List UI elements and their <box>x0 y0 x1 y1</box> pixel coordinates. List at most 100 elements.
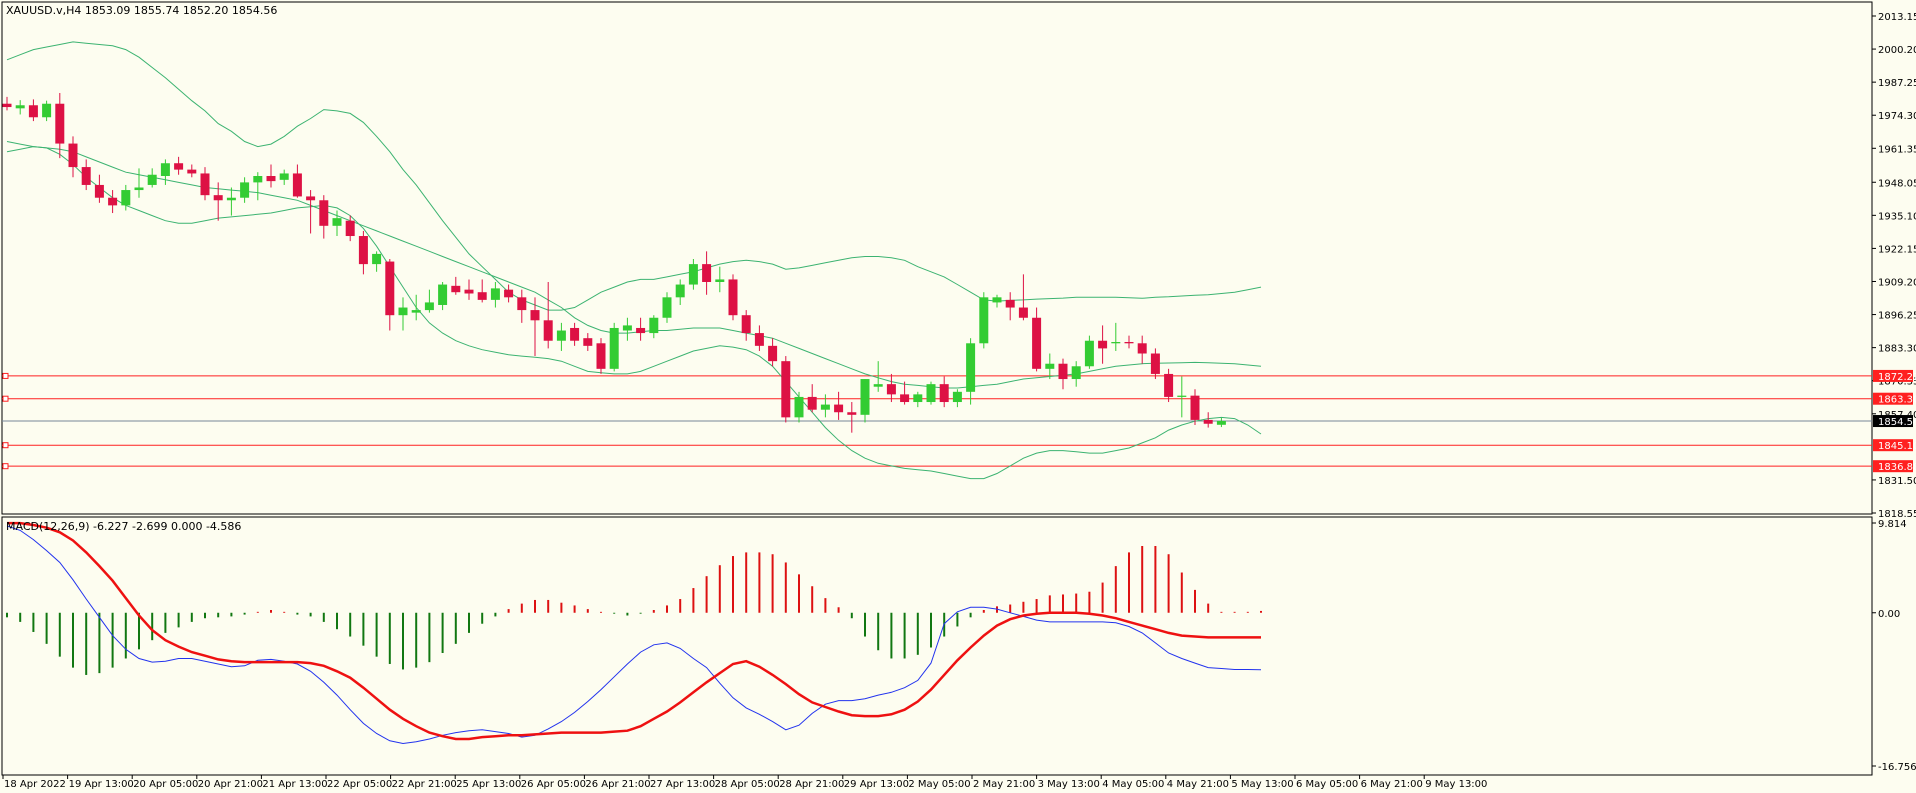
candle-body <box>820 404 830 410</box>
candle-body <box>530 310 540 321</box>
candle-body <box>662 297 672 318</box>
candle-body <box>992 297 1002 303</box>
time-tick-label: 4 May 05:00 <box>1102 779 1164 790</box>
candle-body <box>81 167 91 185</box>
time-tick-label: 28 Apr 05:00 <box>715 779 780 790</box>
time-tick-label: 2 May 21:00 <box>973 779 1035 790</box>
candle-body <box>1124 342 1134 344</box>
candle-body <box>715 279 725 282</box>
candle-body <box>240 182 250 198</box>
candle-body <box>952 391 962 403</box>
candle-body <box>200 173 210 196</box>
candle-body <box>28 105 38 118</box>
candle-body <box>226 197 236 201</box>
time-tick-label: 20 Apr 21:00 <box>198 779 263 790</box>
candle-body <box>570 327 580 341</box>
trading-chart[interactable]: 2013.15 2000.20 1987.25 1974.30 1961.35 1948.… <box>0 0 1916 793</box>
price-tick-label: 1831.50 <box>1878 476 1916 487</box>
candle-body <box>451 285 461 293</box>
candle-body <box>860 379 870 415</box>
candle-body <box>1164 373 1174 397</box>
candle-body <box>900 394 910 403</box>
time-tick-label: 22 Apr 21:00 <box>392 779 457 790</box>
candle-body <box>1150 353 1160 374</box>
candle-body <box>847 412 857 415</box>
price-tick-label: 1922.15 <box>1878 244 1916 255</box>
candle-body <box>913 394 923 403</box>
candle-body <box>398 307 408 316</box>
candle-body <box>583 338 593 346</box>
price-tick-label: 1883.30 <box>1878 344 1916 355</box>
time-tick-label: 26 Apr 05:00 <box>521 779 586 790</box>
price-tick-label: 2000.20 <box>1878 45 1916 56</box>
candle-body <box>160 163 170 177</box>
macd-tick-label: -16.756 <box>1878 762 1916 773</box>
candle <box>926 381 936 405</box>
candle-body <box>728 279 738 316</box>
candle-body <box>517 297 527 311</box>
time-tick-label: 25 Apr 13:00 <box>456 779 521 790</box>
price-level-label: 1872.22 <box>1878 372 1916 383</box>
candle-body <box>108 197 118 206</box>
candle-body <box>1190 395 1200 420</box>
candle-body <box>1071 366 1081 380</box>
time-tick-label: 29 Apr 13:00 <box>844 779 909 790</box>
candle-body <box>596 343 606 369</box>
price-tick-label: 1948.05 <box>1878 178 1916 189</box>
candle-body <box>134 187 144 191</box>
candle <box>781 356 791 423</box>
candle-body <box>1084 340 1094 367</box>
candle-body <box>1032 317 1042 369</box>
candle-body <box>306 196 316 201</box>
candle-body <box>794 396 804 418</box>
candle-body <box>781 361 791 418</box>
candle-body <box>702 264 712 282</box>
candle-body <box>1098 340 1108 349</box>
candle-body <box>1018 307 1028 318</box>
candle-body <box>121 190 131 206</box>
candle-body <box>504 289 514 298</box>
price-tick-label: 1974.30 <box>1878 111 1916 122</box>
symbol-info: XAUUSD.v,H4 1853.09 1855.74 1852.20 1854… <box>6 4 277 17</box>
candle-body <box>345 220 355 237</box>
candle-body <box>834 404 844 413</box>
current-price-label: 1854.56 <box>1878 417 1916 428</box>
candle <box>728 274 738 321</box>
candle-body <box>741 315 751 334</box>
candle-body <box>55 103 65 144</box>
candle-body <box>358 236 368 265</box>
time-tick-label: 27 Apr 13:00 <box>650 779 715 790</box>
price-tick-label: 2013.15 <box>1878 12 1916 23</box>
candle-body <box>556 330 566 341</box>
time-tick-label: 6 May 21:00 <box>1361 779 1423 790</box>
time-tick-label: 21 Apr 13:00 <box>262 779 327 790</box>
time-tick-label: 3 May 13:00 <box>1038 779 1100 790</box>
candle-body <box>1111 342 1121 344</box>
candle-body <box>1137 343 1147 354</box>
candle-body <box>649 317 659 334</box>
candle-body <box>622 325 632 331</box>
candle-body <box>174 163 184 170</box>
time-tick-label: 19 Apr 13:00 <box>69 779 134 790</box>
candle <box>609 322 619 372</box>
time-tick-label: 4 May 21:00 <box>1167 779 1229 790</box>
line-handle <box>2 395 9 402</box>
candle <box>979 292 989 349</box>
candle-body <box>688 264 698 285</box>
candle-body <box>1058 363 1068 380</box>
line-handle <box>2 372 9 379</box>
time-tick-label: 28 Apr 21:00 <box>779 779 844 790</box>
time-tick-label: 26 Apr 21:00 <box>585 779 650 790</box>
price-tick-label: 1987.25 <box>1878 78 1916 89</box>
candle-body <box>147 174 157 185</box>
candle-body <box>873 384 883 387</box>
line-handle <box>2 442 9 449</box>
candle-body <box>292 173 302 197</box>
price-level-label: 1845.10 <box>1878 441 1916 452</box>
candle-body <box>477 292 487 300</box>
time-tick-label: 9 May 13:00 <box>1425 779 1487 790</box>
candle-body <box>213 195 223 201</box>
price-level-label: 1836.88 <box>1878 462 1916 473</box>
candle-body <box>319 200 329 226</box>
price-level-label: 1863.30 <box>1878 395 1916 406</box>
